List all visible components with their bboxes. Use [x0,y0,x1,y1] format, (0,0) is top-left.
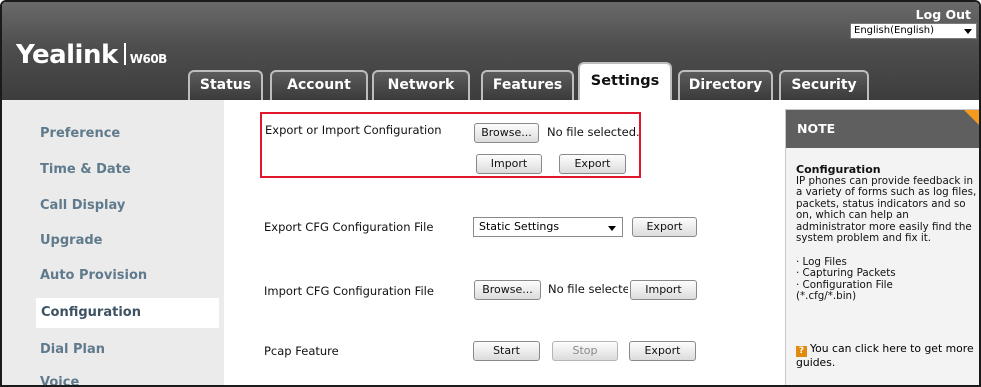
help-link[interactable]: ? You can click here to get more guides. [796,342,976,370]
note-list-item: (*.cfg/*.bin) [796,290,857,302]
pcap-start-button[interactable]: Start [473,341,540,361]
tab-status[interactable]: Status [188,70,263,100]
note-panel: NOTE Configuration IP phones can provide… [785,109,979,385]
import-cfg-browse-button[interactable]: Browse... [474,280,541,300]
export-cfg-select[interactable]: Static Settings [473,217,623,237]
sidebar-item-call-display[interactable]: Call Display [40,198,125,213]
chevron-down-icon [608,226,616,231]
tab-settings[interactable]: Settings [578,62,672,100]
language-select[interactable]: English(English) [850,23,977,39]
note-body: Configuration IP phones can provide feed… [796,164,978,303]
sidebar-item-time-date[interactable]: Time & Date [40,162,131,177]
help-text: You can click here to get more guides. [796,342,974,369]
highlight-box [260,112,641,178]
chevron-down-icon [964,29,972,34]
note-corner-icon [964,110,979,128]
sidebar-item-configuration[interactable]: Configuration [36,298,219,328]
sidebar-item-preference[interactable]: Preference [40,126,120,141]
sidebar: Preference Time & Date Call Display Upgr… [2,100,224,385]
browser-frame: Yealink W60B Log Out English(English) Sta… [0,0,981,387]
sidebar-item-auto-provision[interactable]: Auto Provision [40,268,147,283]
tab-features[interactable]: Features [481,70,574,100]
export-cfg-select-value: Static Settings [479,220,560,233]
import-cfg-file-status: No file selectec [548,282,628,296]
export-cfg-button[interactable]: Export [632,217,697,237]
tab-network[interactable]: Network [372,70,470,100]
note-heading: NOTE [786,110,979,148]
note-list-item: · Capturing Packets [796,267,896,279]
note-text: IP phones can provide feedback in a vari… [796,174,977,244]
pcap-stop-button[interactable]: Stop [552,341,618,361]
logout-link[interactable]: Log Out [916,7,971,22]
note-list: · Log Files · Capturing Packets · Config… [796,256,978,303]
sidebar-item-voice[interactable]: Voice [40,375,79,385]
language-value: English(English) [854,25,935,36]
tab-directory[interactable]: Directory [678,70,773,100]
note-title: Configuration [796,163,881,176]
import-cfg-button[interactable]: Import [630,280,697,300]
sidebar-item-upgrade[interactable]: Upgrade [40,233,102,248]
pcap-export-button[interactable]: Export [629,341,696,361]
tab-security[interactable]: Security [779,70,869,100]
pcap-label: Pcap Feature [264,344,339,358]
header-bar: Yealink W60B Log Out English(English) Sta… [2,2,979,100]
main-tabs: Status Account Network Features Settings… [2,62,979,100]
sidebar-item-dial-plan[interactable]: Dial Plan [40,342,105,357]
export-cfg-label: Export CFG Configuration File [264,220,434,234]
import-cfg-label: Import CFG Configuration File [264,284,434,298]
tab-account[interactable]: Account [270,70,368,100]
